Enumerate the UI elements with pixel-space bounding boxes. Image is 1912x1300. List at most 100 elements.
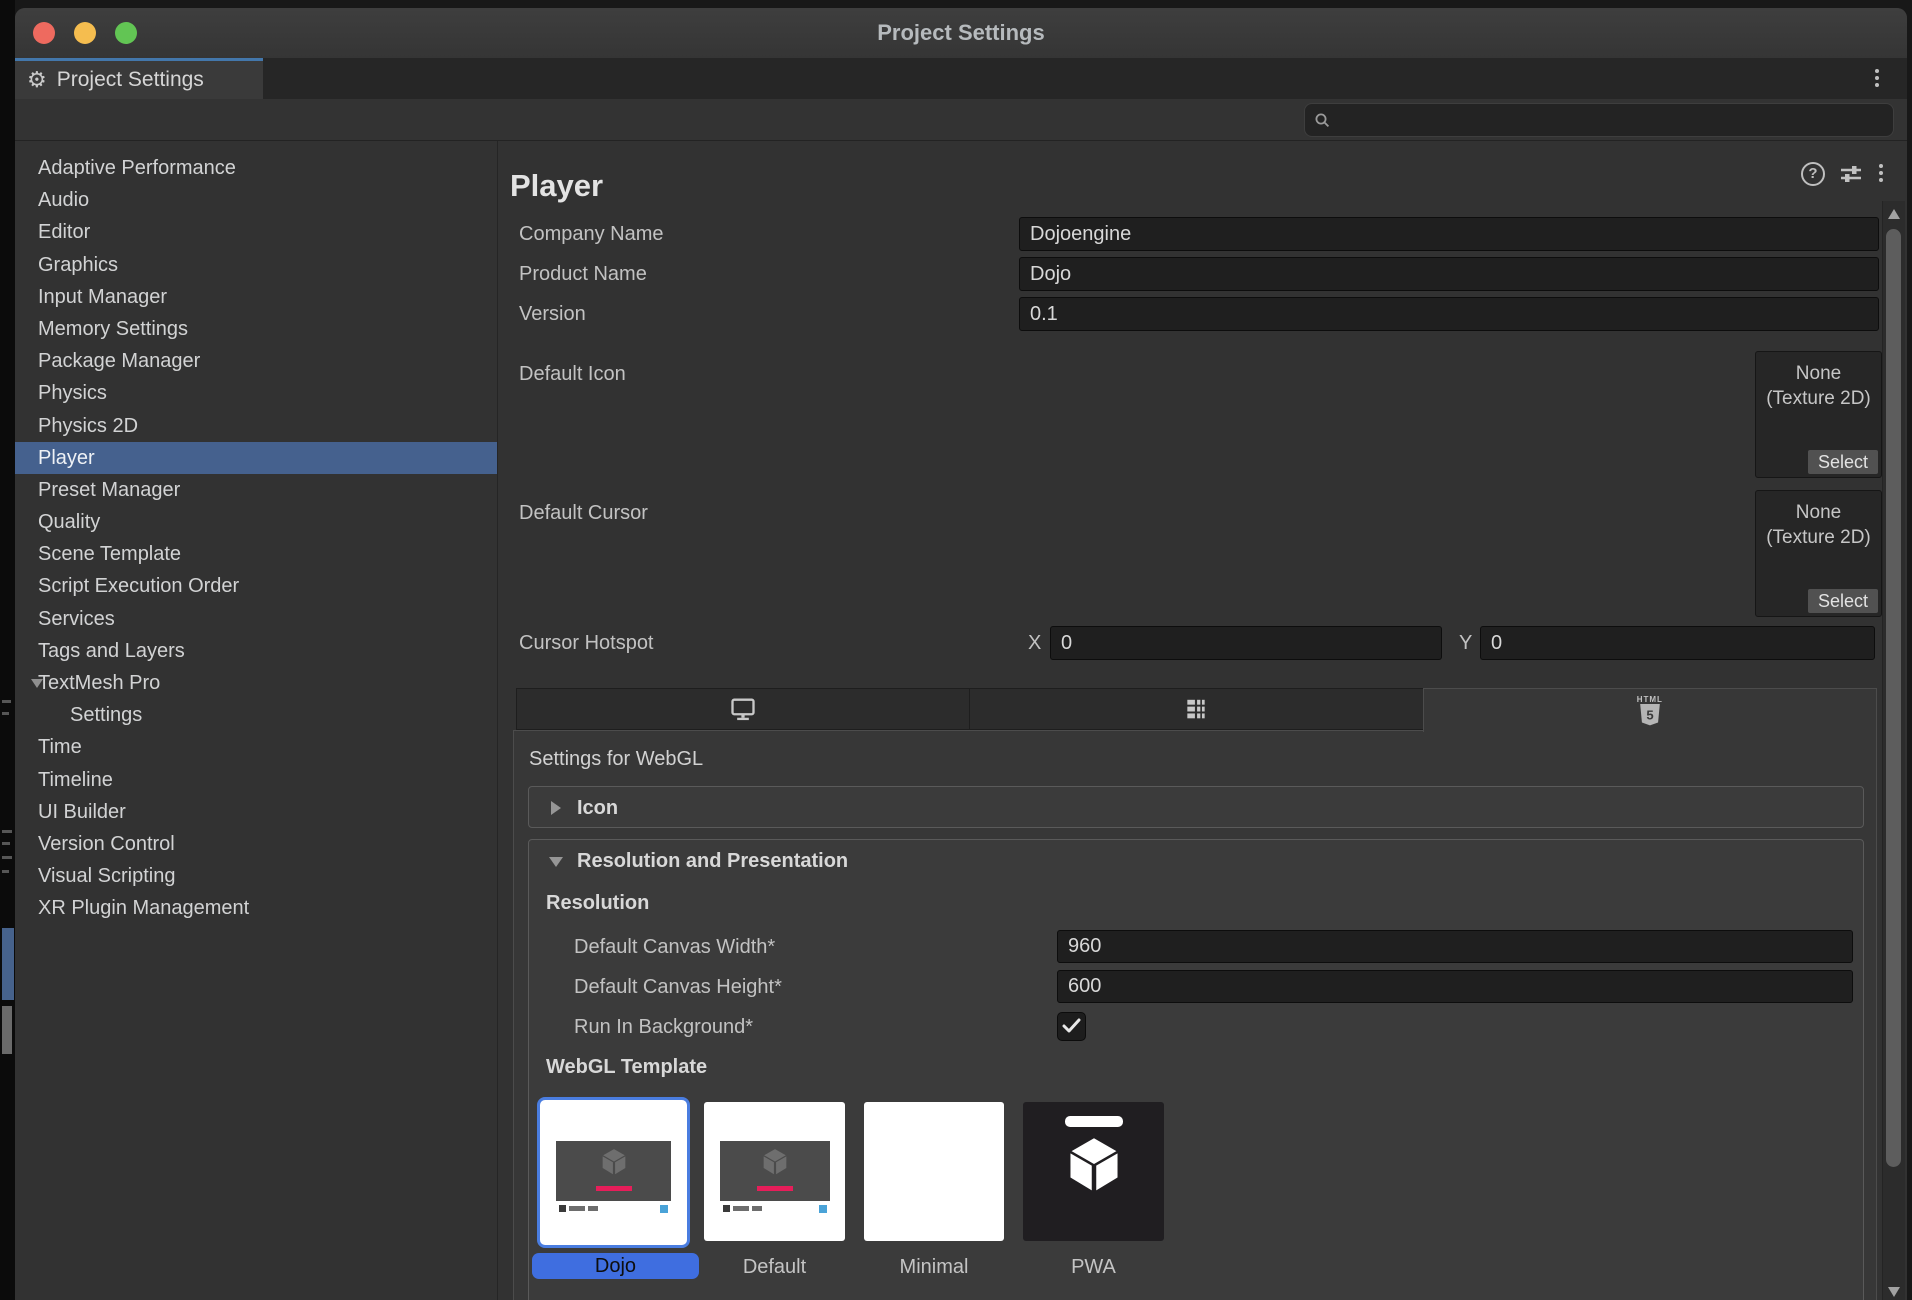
webgl-template-group-title: WebGL Template xyxy=(546,1056,707,1079)
tab-strip: ⚙ Project Settings xyxy=(15,58,1907,99)
resolution-presentation-section: Resolution and Presentation Resolution D… xyxy=(528,839,1864,1300)
template-label-minimal[interactable]: Minimal xyxy=(854,1254,1014,1280)
window-body: Adaptive Performance Audio Editor Graphi… xyxy=(15,141,1907,1300)
webgl-template-card-default[interactable] xyxy=(704,1102,845,1241)
company-name-input[interactable] xyxy=(1019,217,1879,251)
sidebar-list: Adaptive Performance Audio Editor Graphi… xyxy=(15,141,497,925)
checkmark-icon xyxy=(1062,1018,1081,1034)
platform-tab-webgl[interactable]: HTML 5 xyxy=(1423,688,1877,732)
sidebar-item-quality[interactable]: Quality xyxy=(15,506,497,538)
sidebar-item-tags-and-layers[interactable]: Tags and Layers xyxy=(15,635,497,667)
default-canvas-height-input[interactable] xyxy=(1057,970,1853,1003)
template-label-pwa[interactable]: PWA xyxy=(1013,1254,1174,1280)
search-input[interactable] xyxy=(1331,110,1893,131)
cursor-hotspot-label: Cursor Hotspot xyxy=(519,626,654,660)
expander-triangle-icon[interactable] xyxy=(31,679,43,688)
default-canvas-height-label: Default Canvas Height* xyxy=(574,970,782,1004)
vertical-scrollbar[interactable] xyxy=(1882,201,1905,1300)
sidebar-item-textmesh-pro-settings[interactable]: Settings xyxy=(15,699,497,731)
product-name-input[interactable] xyxy=(1019,257,1879,291)
default-cursor-label: Default Cursor xyxy=(519,496,648,530)
webgl-template-card-minimal[interactable] xyxy=(864,1102,1004,1241)
scrollbar-thumb[interactable] xyxy=(1886,229,1901,1167)
settings-category-sidebar: Adaptive Performance Audio Editor Graphi… xyxy=(15,141,498,1300)
default-canvas-width-label: Default Canvas Width* xyxy=(574,930,775,964)
server-icon xyxy=(1183,696,1209,722)
hotspot-y-label: Y xyxy=(1459,626,1472,660)
hotspot-x-input[interactable] xyxy=(1050,626,1442,660)
search-box[interactable] xyxy=(1304,103,1894,137)
scroll-down-arrow-icon[interactable] xyxy=(1888,1287,1900,1297)
screen: Project Settings ⚙ Project Settings xyxy=(0,0,1912,1300)
sidebar-item-editor[interactable]: Editor xyxy=(15,216,497,248)
sidebar-item-package-manager[interactable]: Package Manager xyxy=(15,345,497,377)
unity-logo-icon xyxy=(600,1148,627,1175)
sidebar-item-audio[interactable]: Audio xyxy=(15,184,497,216)
webgl-template-card-dojo[interactable] xyxy=(537,1097,690,1248)
loading-bar xyxy=(757,1186,793,1191)
sidebar-item-services[interactable]: Services xyxy=(15,603,497,635)
tab-project-settings[interactable]: ⚙ Project Settings xyxy=(15,58,263,99)
toolbar xyxy=(15,99,1907,141)
default-icon-label: Default Icon xyxy=(519,357,626,391)
unity-webgl-logo-fragment xyxy=(559,1205,566,1212)
sidebar-item-script-execution-order[interactable]: Script Execution Order xyxy=(15,570,497,602)
desktop-monitor-icon xyxy=(729,695,757,723)
project-settings-window: Project Settings ⚙ Project Settings xyxy=(15,8,1907,1300)
hotspot-y-input[interactable] xyxy=(1480,626,1875,660)
sidebar-item-ui-builder[interactable]: UI Builder xyxy=(15,796,497,828)
webgl-settings-panel: Settings for WebGL Icon Resolution and P… xyxy=(513,730,1877,1300)
resolution-group-title: Resolution xyxy=(546,892,649,915)
page-title: Player xyxy=(510,168,603,204)
help-icon[interactable] xyxy=(1801,162,1825,186)
tab-label: Project Settings xyxy=(57,68,204,92)
sidebar-item-graphics[interactable]: Graphics xyxy=(15,249,497,281)
default-icon-texture-well[interactable]: None (Texture 2D) Select xyxy=(1755,351,1882,478)
tabstrip-menu-button[interactable] xyxy=(1875,69,1879,87)
unity-logo-icon xyxy=(1066,1136,1122,1192)
sidebar-item-xr-plugin-management[interactable]: XR Plugin Management xyxy=(15,892,497,924)
resolution-section-header[interactable]: Resolution and Presentation xyxy=(529,840,1863,882)
presets-sliders-icon[interactable] xyxy=(1839,162,1863,186)
icon-section: Icon xyxy=(528,786,1864,828)
webgl-template-card-pwa[interactable] xyxy=(1023,1102,1164,1241)
hotspot-x-label: X xyxy=(1028,626,1041,660)
sidebar-item-preset-manager[interactable]: Preset Manager xyxy=(15,474,497,506)
default-canvas-width-input[interactable] xyxy=(1057,930,1853,963)
default-cursor-texture-well[interactable]: None (Texture 2D) Select xyxy=(1755,490,1882,617)
sidebar-item-timeline[interactable]: Timeline xyxy=(15,764,497,796)
company-name-label: Company Name xyxy=(519,217,664,251)
sidebar-item-physics[interactable]: Physics xyxy=(15,377,497,409)
collapsed-triangle-icon xyxy=(551,801,561,815)
sidebar-item-input-manager[interactable]: Input Manager xyxy=(15,281,497,313)
sidebar-item-visual-scripting[interactable]: Visual Scripting xyxy=(15,860,497,892)
html5-icon: HTML 5 xyxy=(1637,696,1663,728)
svg-text:5: 5 xyxy=(1646,707,1653,722)
inspector-menu-button[interactable] xyxy=(1879,164,1883,182)
pwa-address-bar xyxy=(1065,1116,1123,1127)
desktop-edge-strip xyxy=(0,0,15,1300)
sidebar-item-player[interactable]: Player xyxy=(15,442,497,474)
platform-tab-dedicated-server[interactable] xyxy=(969,688,1422,730)
default-cursor-select-button[interactable]: Select xyxy=(1808,589,1878,613)
icon-section-header[interactable]: Icon xyxy=(529,787,1863,829)
default-icon-select-button[interactable]: Select xyxy=(1808,450,1878,474)
sidebar-item-version-control[interactable]: Version Control xyxy=(15,828,497,860)
template-label-default[interactable]: Default xyxy=(694,1254,855,1280)
sidebar-item-memory-settings[interactable]: Memory Settings xyxy=(15,313,497,345)
run-in-background-checkbox[interactable] xyxy=(1057,1012,1086,1041)
sidebar-item-scene-template[interactable]: Scene Template xyxy=(15,538,497,570)
platform-tab-bar: HTML 5 xyxy=(516,688,1877,730)
settings-for-webgl-title: Settings for WebGL xyxy=(529,748,703,771)
product-name-label: Product Name xyxy=(519,257,647,291)
platform-tab-desktop[interactable] xyxy=(516,688,969,730)
sidebar-item-time[interactable]: Time xyxy=(15,731,497,763)
scroll-up-arrow-icon[interactable] xyxy=(1888,209,1900,219)
player-settings-pane: Player Company Name Product Name Version xyxy=(498,141,1893,1300)
sidebar-item-physics-2d[interactable]: Physics 2D xyxy=(15,410,497,442)
loading-bar xyxy=(596,1186,632,1191)
template-label-dojo[interactable]: Dojo xyxy=(532,1253,699,1279)
version-input[interactable] xyxy=(1019,297,1879,331)
sidebar-item-adaptive-performance[interactable]: Adaptive Performance xyxy=(15,152,497,184)
sidebar-item-textmesh-pro[interactable]: TextMesh Pro xyxy=(15,667,497,699)
